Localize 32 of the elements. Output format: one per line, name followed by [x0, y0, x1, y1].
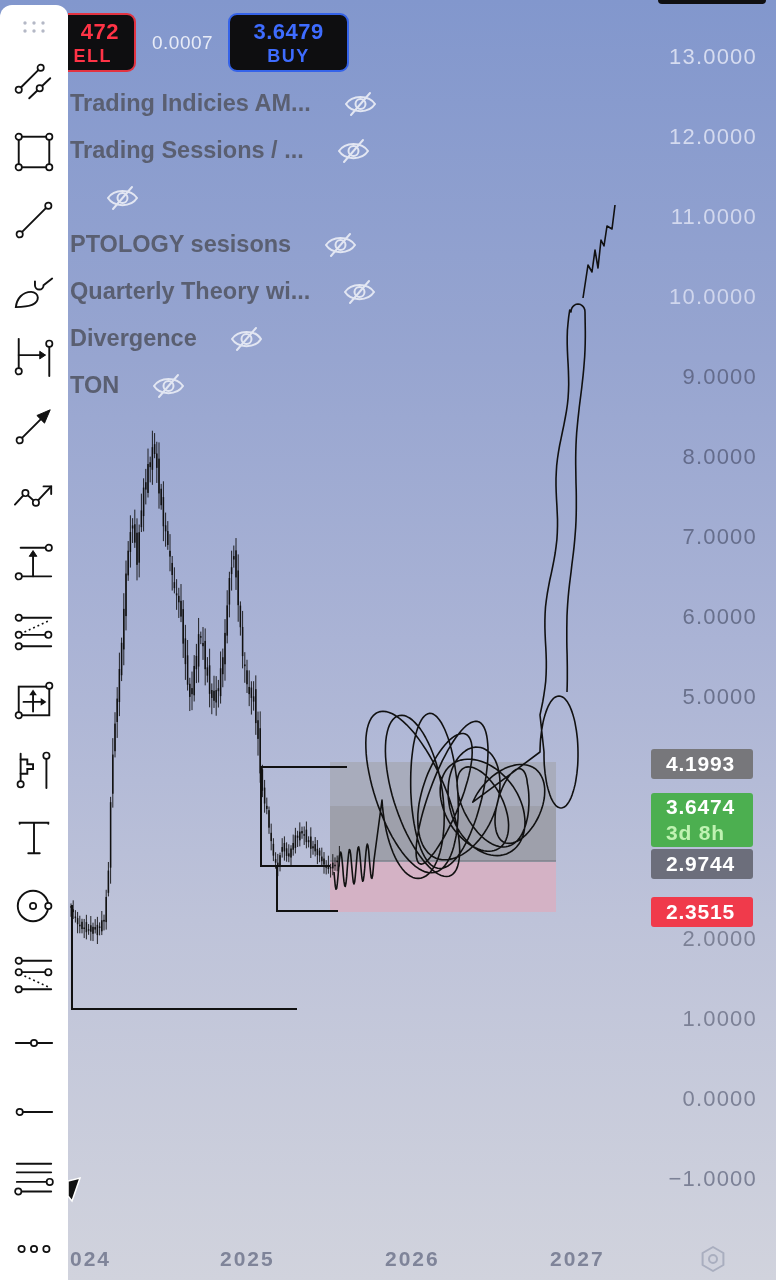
- spread-value: 0.0007: [152, 31, 214, 54]
- indicator-name[interactable]: Trading Indicies AM...: [70, 90, 311, 117]
- price-axis-label: 9.0000: [682, 365, 757, 389]
- drag-handle-icon[interactable]: [22, 21, 46, 33]
- indicator-name[interactable]: Divergence: [70, 325, 197, 352]
- price-axis-label: −1.0000: [668, 1167, 757, 1191]
- indicator-name[interactable]: PTOLOGY sesisons: [70, 231, 292, 258]
- price-axis-label: 2.0000: [682, 927, 757, 951]
- time-axis-label: 2025: [220, 1247, 275, 1271]
- price-value: 4.1993: [666, 751, 736, 777]
- price-value: 2.9744: [666, 851, 736, 877]
- price-axis-label: 8.0000: [682, 445, 757, 469]
- price-axis-label: 12.0000: [669, 125, 757, 149]
- time-axis-label: 024: [70, 1247, 112, 1271]
- time-axis-label: 2026: [385, 1247, 440, 1271]
- price-axis-label: 7.0000: [682, 525, 757, 549]
- indicator-name[interactable]: TON: [70, 372, 120, 399]
- indicator-name[interactable]: Trading Sessions / ...: [70, 137, 304, 164]
- countdown-text: 3d 8h: [666, 820, 725, 846]
- sell-button[interactable]: 472 ELL: [68, 13, 136, 72]
- price-axis-label: 1.0000: [682, 1007, 757, 1031]
- price-axis-label: 11.0000: [670, 205, 757, 229]
- price-value: 3.6474: [666, 794, 736, 820]
- indicator-name[interactable]: Quarterly Theory wi...: [70, 278, 311, 305]
- price-axis-label: 13.0000: [669, 45, 757, 69]
- buy-button[interactable]: 3.6479 BUY: [228, 13, 350, 72]
- price-axis-label: 10.0000: [669, 285, 757, 309]
- price-axis-label: 0.0000: [682, 1087, 757, 1111]
- price-value: 2.3515: [666, 899, 736, 925]
- time-axis-label: 2027: [550, 1247, 605, 1271]
- price-axis-label: 5.0000: [682, 685, 757, 709]
- price-axis-label: 6.0000: [682, 605, 757, 629]
